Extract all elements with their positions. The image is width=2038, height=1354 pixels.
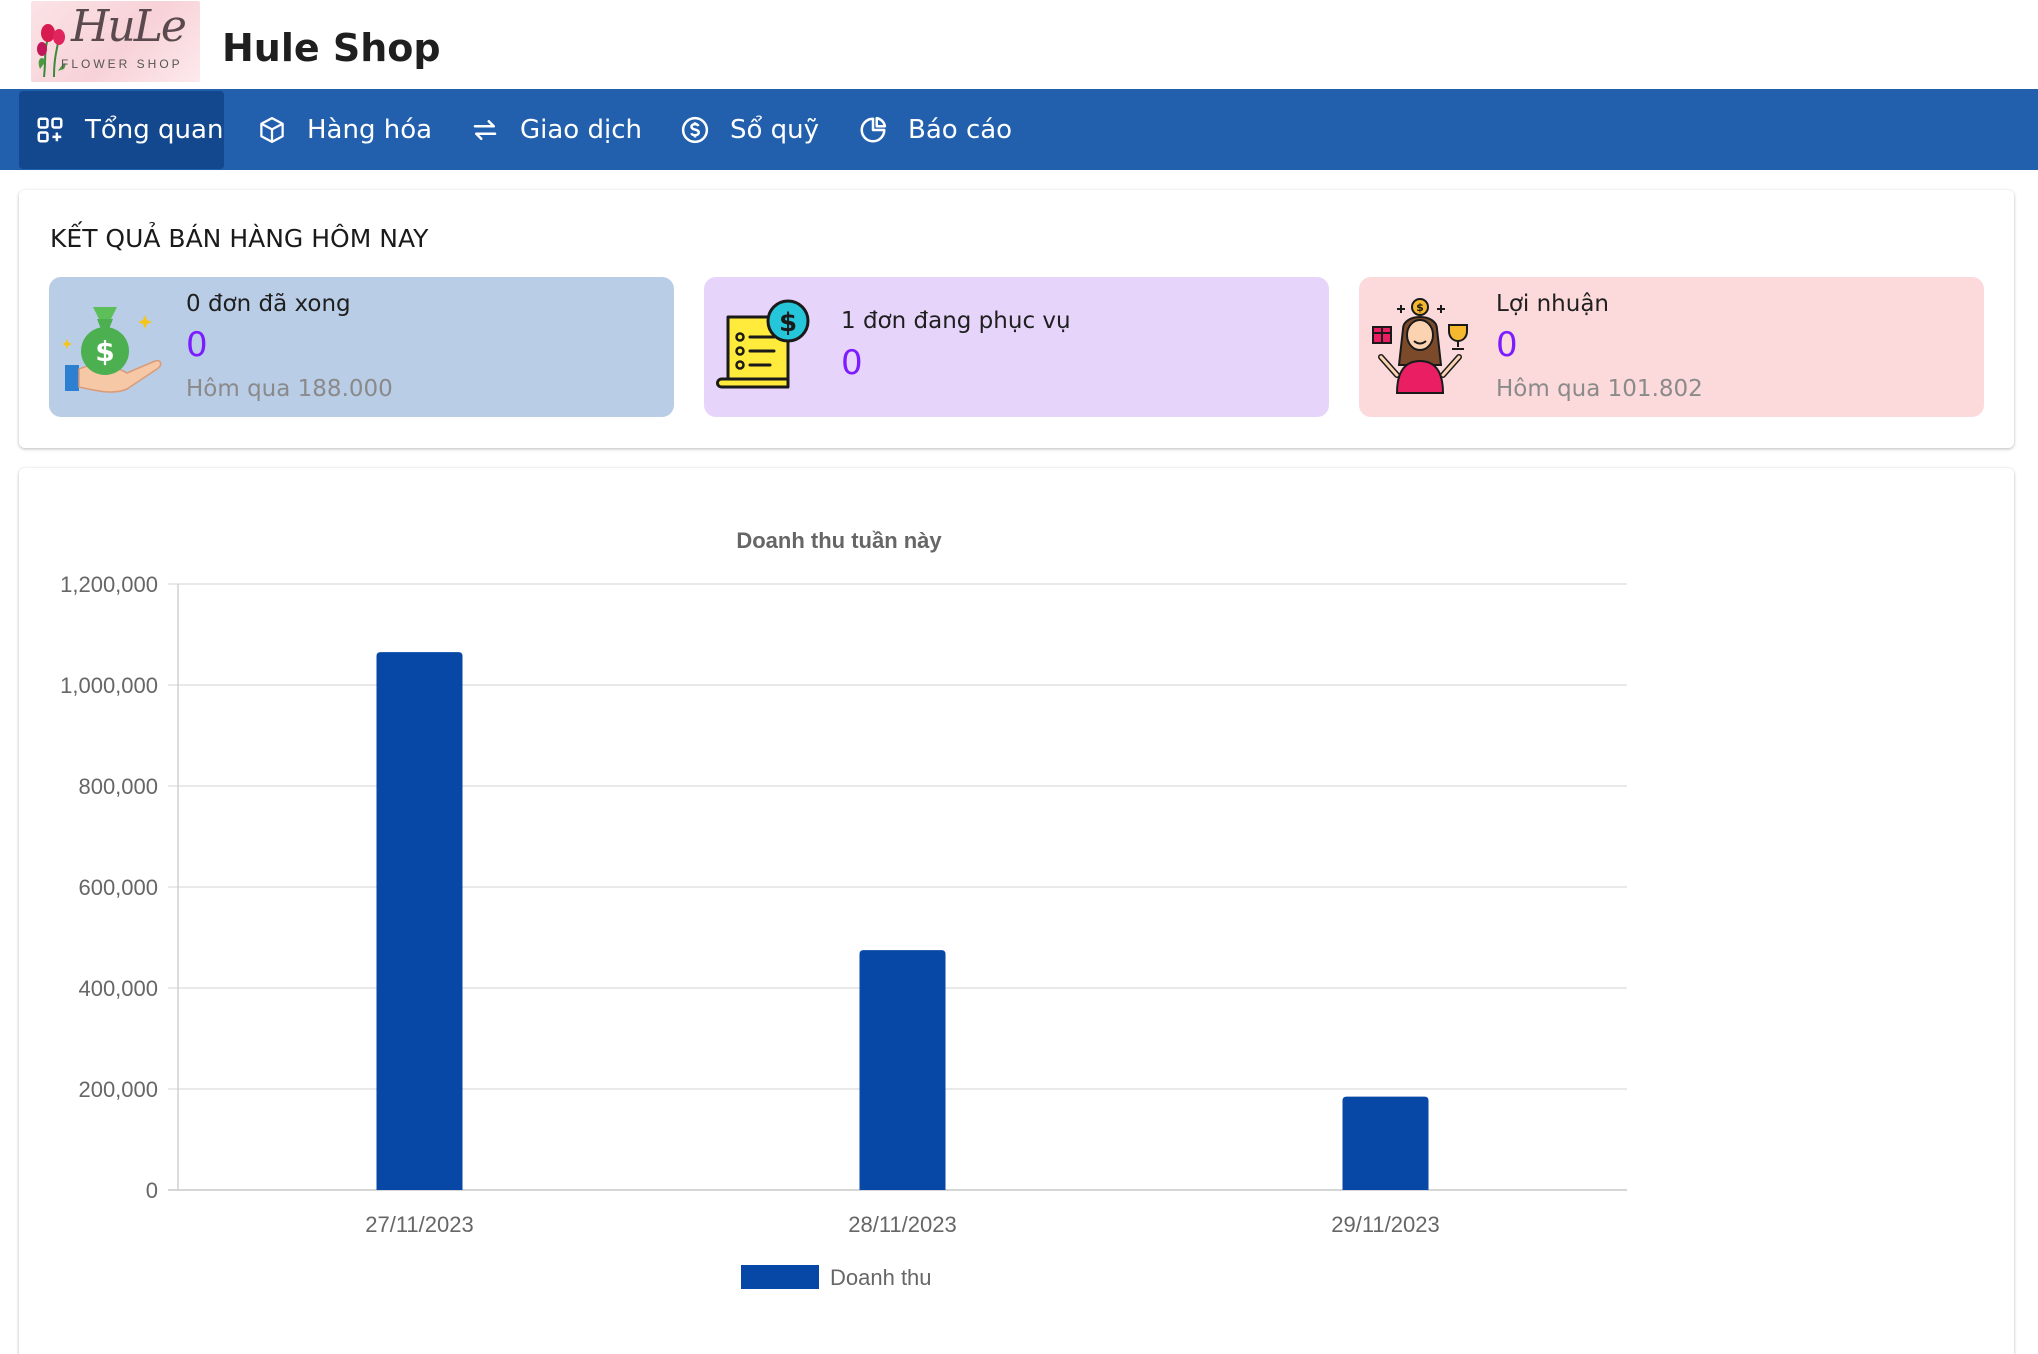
y-tick-label: 200,000 xyxy=(78,1077,158,1102)
nav-item-hang-hoa[interactable]: Hàng hóa xyxy=(257,91,432,169)
tile-label: Lợi nhuận xyxy=(1496,291,1609,317)
x-tick-label: 29/11/2023 xyxy=(1331,1212,1439,1237)
arrows-exchange-icon xyxy=(473,120,497,140)
nav-item-so-quy[interactable]: Sổ quỹ xyxy=(680,91,819,169)
x-tick-label: 28/11/2023 xyxy=(848,1212,956,1237)
revenue-bar[interactable] xyxy=(1342,1096,1429,1190)
nav-label: Giao dịch xyxy=(520,115,642,145)
nav-item-giao-dich[interactable]: Giao dịch xyxy=(470,91,642,169)
y-tick-label: 800,000 xyxy=(78,774,158,799)
section-title: KẾT QUẢ BÁN HÀNG HÔM NAY xyxy=(50,224,429,253)
y-tick-label: 600,000 xyxy=(78,875,158,900)
nav-label: Tổng quan xyxy=(85,115,224,145)
dollar-circle-icon xyxy=(681,116,709,144)
dashboard-grid-icon xyxy=(37,117,63,143)
legend-label: Doanh thu xyxy=(830,1265,932,1290)
y-tick-label: 1,200,000 xyxy=(60,572,158,597)
shop-name: Hule Shop xyxy=(222,26,441,70)
serving-orders-tile[interactable]: $ 1 đơn đang phục vụ 0 xyxy=(704,277,1329,417)
invoice-dollar-icon: $ xyxy=(716,299,810,389)
y-tick-label: 0 xyxy=(146,1178,158,1203)
money-bag-hand-icon: $ xyxy=(62,307,162,393)
logo-subtitle: FLOWER SHOP xyxy=(61,57,183,71)
y-tick-label: 400,000 xyxy=(78,976,158,1001)
completed-orders-tile[interactable]: $ 0 đơn đã xong 0 Hôm qua 188.000 xyxy=(49,277,674,417)
chart-legend[interactable]: Doanh thu xyxy=(741,1265,932,1290)
x-tick-label: 27/11/2023 xyxy=(365,1212,473,1237)
revenue-bar-chart: 0 200,000 400,000 600,000 800,000 1,000,000 1,… xyxy=(60,528,1627,1290)
svg-text:$: $ xyxy=(1416,301,1424,314)
nav-item-bao-cao[interactable]: Báo cáo xyxy=(858,91,1012,169)
pie-chart-icon xyxy=(860,116,887,143)
svg-text:$: $ xyxy=(779,308,797,338)
box-icon xyxy=(260,117,284,143)
logo-script-text: HuLe xyxy=(71,1,187,52)
sales-today-card: KẾT QUẢ BÁN HÀNG HÔM NAY $ 0 đơn đã xong… xyxy=(19,190,2014,448)
app-root: HuLe FLOWER SHOP Hule Shop Tổng quan Hàn… xyxy=(0,0,2038,1354)
tile-label: 0 đơn đã xong xyxy=(186,291,351,317)
profit-tile[interactable]: $ Lợi nhuận 0 Hôm qua 101.802 xyxy=(1359,277,1984,417)
tile-label: 1 đơn đang phục vụ xyxy=(841,308,1071,334)
header: HuLe FLOWER SHOP Hule Shop xyxy=(0,0,2038,88)
legend-swatch xyxy=(741,1265,819,1289)
tile-yesterday: Hôm qua 188.000 xyxy=(186,376,393,402)
happy-woman-rewards-icon: $ xyxy=(1372,298,1468,394)
main-nav: Tổng quan Hàng hóa Giao dịch Sổ quỹ Báo … xyxy=(0,89,2038,170)
nav-item-tong-quan[interactable]: Tổng quan xyxy=(19,91,224,169)
shop-logo[interactable]: HuLe FLOWER SHOP xyxy=(31,1,200,82)
chart-title: Doanh thu tuần này xyxy=(736,528,942,553)
y-tick-label: 1,000,000 xyxy=(60,673,158,698)
revenue-bar[interactable] xyxy=(859,950,946,1190)
nav-label: Sổ quỹ xyxy=(730,115,820,145)
revenue-bar[interactable] xyxy=(376,652,463,1190)
nav-label: Báo cáo xyxy=(908,115,1013,145)
tile-value: 0 xyxy=(186,325,208,365)
revenue-chart-card: 0 200,000 400,000 600,000 800,000 1,000,000 1,… xyxy=(19,468,2014,1354)
tile-value: 0 xyxy=(1496,325,1518,365)
tile-value: 0 xyxy=(841,343,863,383)
svg-text:$: $ xyxy=(95,335,114,368)
tile-yesterday: Hôm qua 101.802 xyxy=(1496,376,1703,402)
nav-label: Hàng hóa xyxy=(307,115,433,145)
